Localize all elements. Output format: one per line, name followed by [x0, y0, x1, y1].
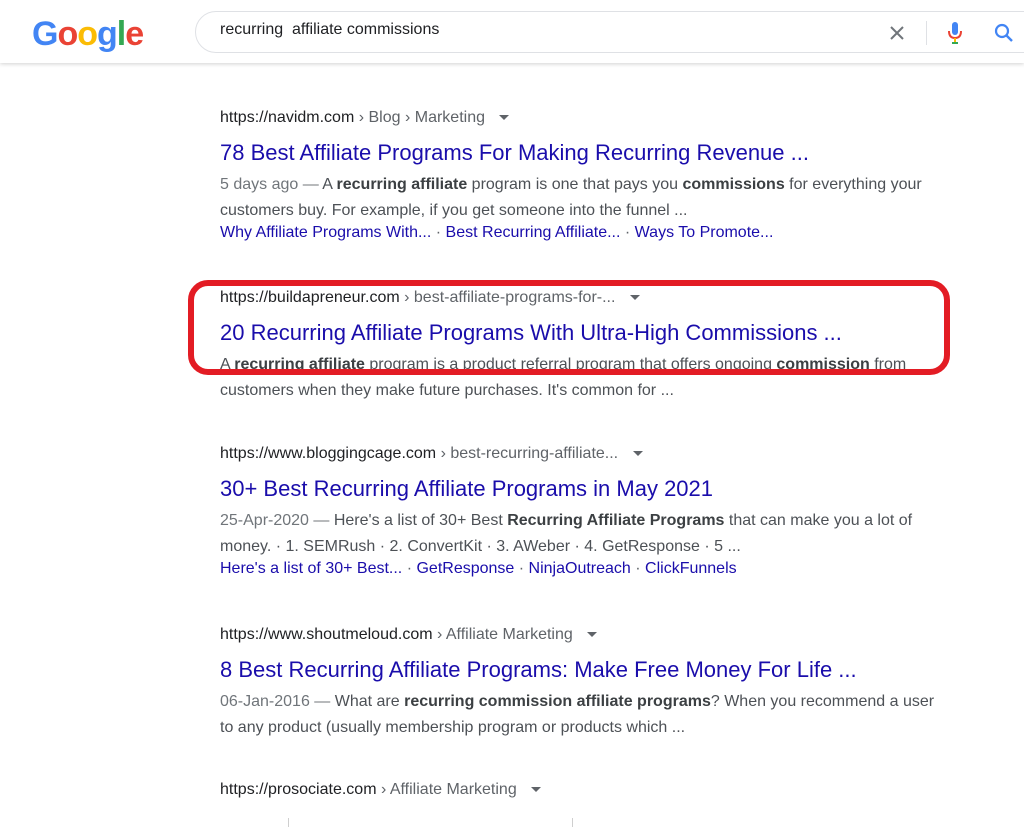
- divider: [572, 818, 573, 827]
- result-date: 25-Apr-2020 —: [220, 512, 334, 529]
- sitelink-separator: ·: [402, 560, 417, 577]
- result-snippet: 5 days ago — A recurring affiliate progr…: [220, 172, 950, 224]
- sitelink[interactable]: ClickFunnels: [645, 560, 737, 577]
- close-icon: [890, 26, 904, 40]
- search-button[interactable]: [991, 20, 1017, 46]
- snippet-text: Here's a list of 30+ Best: [333, 512, 508, 529]
- result-title-link[interactable]: 8 Best Recurring Affiliate Programs: Mak…: [220, 657, 980, 683]
- result-snippet: A recurring affiliate program is a produ…: [220, 352, 950, 404]
- caret-down-icon[interactable]: [632, 451, 643, 457]
- caret-down-icon[interactable]: [499, 115, 510, 121]
- snippet-text: program is a product referral program th…: [364, 356, 777, 373]
- caret-down-icon[interactable]: [531, 787, 542, 793]
- result-title-link[interactable]: 30+ Best Recurring Affiliate Programs in…: [220, 476, 980, 502]
- sitelink-separator: ·: [620, 224, 635, 241]
- snippet-keyword: recurring affiliate: [234, 356, 365, 373]
- search-result: https://navidm.com › Blog › Marketing 78…: [220, 108, 980, 244]
- snippet-text: What are: [334, 693, 405, 710]
- snippet-keyword: recurring commission affiliate programs: [404, 693, 711, 710]
- snippet-keyword: commissions: [682, 176, 785, 193]
- result-url[interactable]: https://www.bloggingcage.com › best-recu…: [220, 444, 980, 464]
- sitelink-separator: ·: [431, 224, 446, 241]
- result-date: 06-Jan-2016 —: [220, 693, 335, 710]
- result-snippet: 25-Apr-2020 — Here's a list of 30+ Best …: [220, 508, 950, 560]
- google-logo[interactable]: Google: [32, 12, 144, 56]
- sitelink-separator: ·: [514, 560, 529, 577]
- sitelink[interactable]: Best Recurring Affiliate...: [446, 224, 621, 241]
- snippet-keyword: Recurring Affiliate Programs: [507, 512, 725, 529]
- search-result: https://buildapreneur.com › best-affilia…: [220, 288, 980, 404]
- result-sitelinks: Here's a list of 30+ Best... · GetRespon…: [220, 558, 980, 580]
- caret-down-icon[interactable]: [629, 295, 640, 301]
- result-date: 5 days ago —: [220, 176, 323, 193]
- search-divider: [926, 21, 927, 45]
- microphone-icon: [948, 22, 962, 44]
- result-snippet: 06-Jan-2016 — What are recurring commiss…: [220, 689, 950, 741]
- result-url[interactable]: https://navidm.com › Blog › Marketing: [220, 108, 980, 128]
- voice-search-button[interactable]: [942, 20, 968, 46]
- result-url[interactable]: https://prosociate.com › Affiliate Marke…: [220, 780, 980, 800]
- snippet-text: A: [220, 356, 235, 373]
- sitelink-separator: ·: [630, 560, 646, 577]
- result-url[interactable]: https://www.shoutmeloud.com › Affiliate …: [220, 625, 980, 645]
- sitelink[interactable]: GetResponse: [416, 560, 514, 577]
- sitelink[interactable]: Here's a list of 30+ Best...: [220, 560, 402, 577]
- result-title-link[interactable]: 78 Best Affiliate Programs For Making Re…: [220, 140, 980, 166]
- sitelink[interactable]: Why Affiliate Programs With...: [220, 224, 431, 241]
- sitelink[interactable]: NinjaOutreach: [529, 560, 631, 577]
- search-icon: [994, 23, 1013, 42]
- clear-search-button[interactable]: [884, 20, 910, 46]
- search-box: recurring affiliate commissions: [195, 11, 1024, 53]
- result-title-link[interactable]: 20 Recurring Affiliate Programs With Ult…: [220, 320, 980, 346]
- search-input[interactable]: recurring affiliate commissions: [220, 21, 860, 43]
- divider: [288, 818, 289, 827]
- header-bar: Google recurring affiliate commissions: [0, 0, 1024, 63]
- caret-down-icon[interactable]: [587, 632, 598, 638]
- snippet-keyword: recurring affiliate: [336, 176, 468, 193]
- snippet-text: program is one that pays you: [467, 176, 683, 193]
- search-result: https://www.shoutmeloud.com › Affiliate …: [220, 625, 980, 741]
- snippet-text: A: [322, 176, 337, 193]
- search-result: https://prosociate.com › Affiliate Marke…: [220, 780, 980, 800]
- snippet-keyword: commission: [776, 356, 870, 373]
- result-url[interactable]: https://buildapreneur.com › best-affilia…: [220, 288, 980, 308]
- result-sitelinks: Why Affiliate Programs With... · Best Re…: [220, 222, 980, 244]
- search-result: https://www.bloggingcage.com › best-recu…: [220, 444, 980, 580]
- sitelink[interactable]: Ways To Promote...: [635, 224, 774, 241]
